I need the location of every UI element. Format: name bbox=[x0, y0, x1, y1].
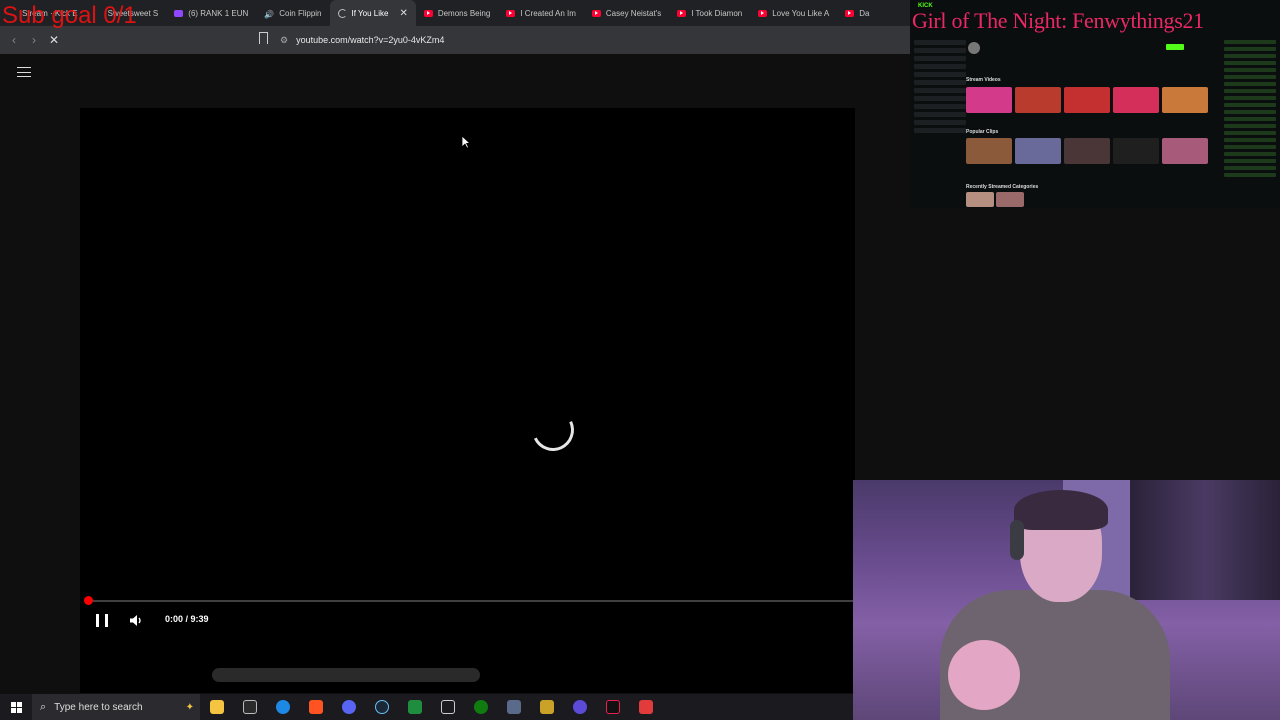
time-current: 0:00 bbox=[165, 614, 184, 624]
webcam-person bbox=[948, 640, 1020, 710]
speaker-icon: 🔊 bbox=[264, 9, 275, 19]
browser-toolbar: ‹ › ✕ ⚙ youtube.com/watch?v=2yu0-4vKZm4 bbox=[0, 26, 910, 54]
pause-button[interactable] bbox=[96, 614, 108, 627]
forward-arrow-icon[interactable]: › bbox=[24, 30, 44, 50]
tab-label: I Took Diamon bbox=[691, 8, 743, 18]
time-total: 9:39 bbox=[190, 614, 209, 624]
video-thumbnail bbox=[966, 87, 1012, 113]
copilot-icon[interactable]: ✦ bbox=[186, 702, 194, 713]
epic-games-icon[interactable] bbox=[233, 694, 266, 720]
headset bbox=[1010, 520, 1024, 560]
close-tab-icon[interactable]: ✕ bbox=[399, 8, 407, 19]
clip-thumbnail bbox=[1015, 138, 1061, 164]
webcam-person bbox=[1014, 490, 1108, 530]
avatar bbox=[968, 42, 980, 54]
tab-twitch[interactable]: (6) RANK 1 EUN bbox=[166, 0, 256, 26]
brave-icon[interactable] bbox=[299, 694, 332, 720]
youtube-icon bbox=[758, 9, 768, 17]
kick-chat bbox=[1224, 40, 1276, 200]
tab-label: If You Like bbox=[351, 8, 389, 18]
sub-goal-overlay: Sub goal 0/1 bbox=[2, 2, 137, 29]
tab-youtube[interactable]: I Created An Im bbox=[498, 0, 584, 26]
tab-coin-flipping[interactable]: 🔊 Coin Flippin bbox=[256, 0, 329, 26]
edge-icon[interactable] bbox=[266, 694, 299, 720]
video-player[interactable]: 0:00 / 9:39 bbox=[80, 108, 855, 693]
tab-label: Love You Like A bbox=[772, 8, 830, 18]
clip-thumbnail bbox=[1162, 138, 1208, 164]
follow-button bbox=[1166, 44, 1184, 50]
tab-label: I Created An Im bbox=[520, 8, 576, 18]
taskbar-search[interactable]: ⌕ Type here to search ✦ bbox=[32, 694, 200, 720]
start-button[interactable] bbox=[0, 694, 32, 720]
webcam-background bbox=[1130, 480, 1280, 600]
loading-icon bbox=[337, 8, 347, 18]
youtube-icon bbox=[423, 9, 433, 17]
app-icon[interactable] bbox=[629, 694, 662, 720]
tab-label: (6) RANK 1 EUN bbox=[188, 8, 249, 18]
window-icon[interactable] bbox=[431, 694, 464, 720]
video-thumbnail bbox=[1113, 87, 1159, 113]
search-icon: ⌕ bbox=[40, 700, 47, 713]
discord-icon[interactable] bbox=[332, 694, 365, 720]
shield-icon[interactable] bbox=[497, 694, 530, 720]
category-thumbnail bbox=[996, 192, 1024, 207]
tab-label: Casey Neistat's bbox=[605, 8, 662, 18]
scrubber-handle[interactable] bbox=[84, 596, 93, 605]
youtube-icon bbox=[677, 9, 687, 17]
video-icon[interactable] bbox=[563, 694, 596, 720]
stream-overlay-title: Girl of The Night: Fenwythings21 bbox=[912, 8, 1204, 33]
progress-bar[interactable] bbox=[84, 596, 855, 605]
youtube-page: 0:00 / 9:39 bbox=[0, 54, 910, 694]
tab-youtube[interactable]: Da bbox=[837, 0, 877, 26]
time-separator: / bbox=[183, 614, 191, 624]
video-thumbnail bbox=[1015, 87, 1061, 113]
tab-label: Coin Flippin bbox=[279, 8, 322, 18]
clip-thumbnail bbox=[1064, 138, 1110, 164]
windows-taskbar: ⌕ Type here to search ✦ bbox=[0, 694, 853, 720]
loading-spinner-icon bbox=[526, 403, 580, 457]
stop-loading-icon[interactable]: ✕ bbox=[44, 30, 64, 50]
youtube-icon bbox=[591, 9, 601, 17]
site-info-icon[interactable]: ⚙ bbox=[280, 35, 288, 46]
screen: Stream · Kick E Sweetsweet S (6) RANK 1 … bbox=[0, 0, 1280, 720]
search-placeholder: Type here to search bbox=[54, 701, 143, 713]
youtube-icon bbox=[845, 9, 855, 17]
time-display: 0:00 / 9:39 bbox=[165, 614, 209, 624]
tab-youtube[interactable]: Casey Neistat's bbox=[584, 0, 669, 26]
tab-youtube[interactable]: Love You Like A bbox=[750, 0, 837, 26]
clip-thumbnail bbox=[966, 138, 1012, 164]
video-thumbnail bbox=[1162, 87, 1208, 113]
video-thumbnail bbox=[1064, 87, 1110, 113]
clip-thumbnail bbox=[1113, 138, 1159, 164]
menu-icon[interactable] bbox=[17, 67, 31, 77]
tab-youtube[interactable]: I Took Diamon bbox=[669, 0, 750, 26]
address-bar[interactable]: ⚙ youtube.com/watch?v=2yu0-4vKZm4 bbox=[280, 30, 900, 50]
file-explorer-icon[interactable] bbox=[200, 694, 233, 720]
back-arrow-icon[interactable]: ‹ bbox=[4, 30, 24, 50]
tab-label: Demons Being bbox=[437, 8, 491, 18]
category-thumbnail bbox=[966, 192, 994, 207]
youtube-icon bbox=[506, 9, 516, 17]
horizontal-scrollbar[interactable] bbox=[212, 668, 480, 682]
tab-active-video[interactable]: If You Like ✕ bbox=[329, 0, 416, 26]
pen-icon[interactable] bbox=[530, 694, 563, 720]
section-title: Popular Clips bbox=[966, 129, 999, 135]
windows-icon bbox=[10, 701, 22, 713]
url-text[interactable]: youtube.com/watch?v=2yu0-4vKZm4 bbox=[296, 35, 444, 45]
tiktok-icon[interactable] bbox=[596, 694, 629, 720]
xbox-icon[interactable] bbox=[464, 694, 497, 720]
mouse-cursor-icon bbox=[461, 135, 471, 149]
spreadsheet-icon[interactable] bbox=[398, 694, 431, 720]
bookmark-icon[interactable] bbox=[259, 32, 268, 47]
twitch-icon bbox=[174, 9, 184, 17]
kick-sidebar bbox=[914, 40, 966, 150]
steam-icon[interactable] bbox=[365, 694, 398, 720]
tab-youtube[interactable]: Demons Being bbox=[416, 0, 498, 26]
volume-icon[interactable] bbox=[129, 614, 143, 627]
section-title: Recently Streamed Categories bbox=[966, 184, 1039, 190]
tab-label: Da bbox=[859, 8, 870, 18]
section-title: Stream Videos bbox=[966, 77, 1001, 83]
